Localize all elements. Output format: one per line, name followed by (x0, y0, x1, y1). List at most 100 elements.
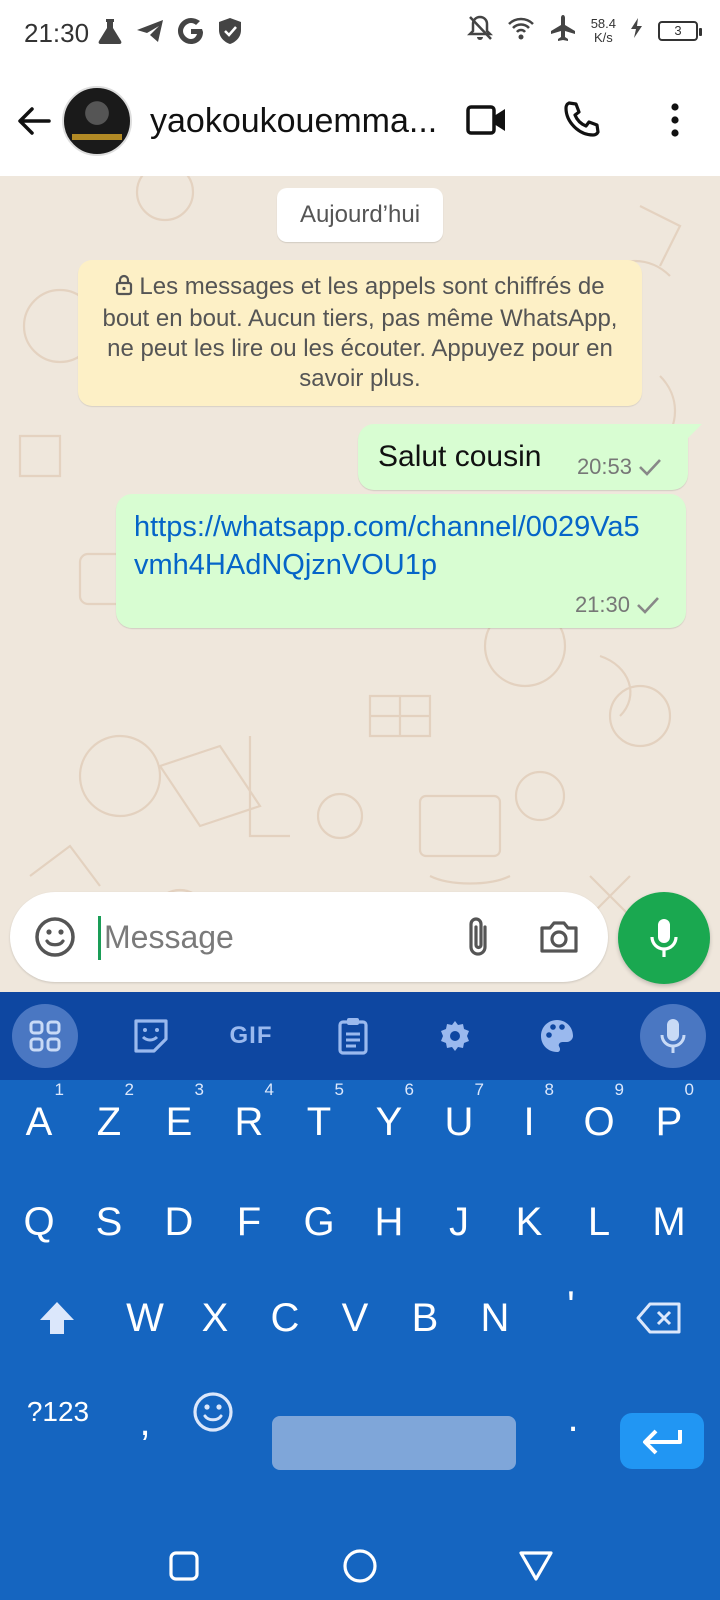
key-z[interactable]: Z2 (76, 1080, 142, 1164)
key-e[interactable]: E3 (146, 1080, 212, 1164)
charging-icon (630, 17, 644, 44)
clipboard-icon (338, 1018, 368, 1055)
contact-name[interactable]: yaokoukouemma... (150, 102, 460, 141)
encryption-notice[interactable]: Les messages et les appels sont chiffrés… (78, 260, 642, 406)
single-check-icon (639, 459, 661, 476)
voice-message-button[interactable] (618, 892, 710, 984)
date-chip: Aujourd’hui (277, 188, 443, 242)
text-cursor (98, 916, 101, 960)
message-time: 21:30 (574, 592, 630, 617)
backspace-key[interactable] (626, 1276, 692, 1360)
key-b[interactable]: B (392, 1276, 458, 1360)
navigation-bar (0, 1530, 720, 1600)
sticker-icon (134, 1019, 168, 1053)
emoji-key[interactable] (180, 1370, 246, 1454)
message-time: 20:53 (576, 454, 632, 479)
keyboard-toolbar: GIF (0, 992, 720, 1080)
clipboard-button[interactable] (320, 1004, 386, 1068)
arrow-left-icon (18, 107, 51, 135)
theme-button[interactable] (524, 1004, 590, 1068)
keyboard: A1 Z2 E3 R4 T5 Y6 U7 I8 O9 P0 Q S D F G … (0, 1080, 720, 1530)
apps-grid-button[interactable] (12, 1004, 78, 1068)
shift-key[interactable] (24, 1276, 90, 1360)
key-l[interactable]: L (566, 1180, 632, 1264)
backspace-icon (636, 1302, 681, 1334)
voice-typing-button[interactable] (640, 1004, 706, 1068)
key-j[interactable]: J (426, 1180, 492, 1264)
comma-key[interactable]: , (112, 1380, 178, 1464)
camera-icon (540, 921, 578, 953)
emoji-button[interactable] (30, 912, 80, 962)
space-key[interactable] (272, 1416, 516, 1470)
message-bubble[interactable]: Salut cousin 20:53 (358, 424, 702, 490)
key-o[interactable]: O9 (566, 1080, 632, 1164)
key-s[interactable]: S (76, 1180, 142, 1264)
key-hint: 4 (264, 1080, 274, 1099)
key-g[interactable]: G (286, 1180, 352, 1264)
speed-unit: K/s (593, 29, 613, 45)
square-icon (169, 1551, 199, 1581)
message-input[interactable] (104, 912, 434, 962)
home-button[interactable] (330, 1536, 390, 1596)
shield-icon (217, 17, 243, 50)
key-u[interactable]: U7 (426, 1080, 492, 1164)
smiley-icon (35, 917, 75, 957)
attach-button[interactable] (450, 908, 506, 966)
key-f[interactable]: F (216, 1180, 282, 1264)
apps-grid-icon (29, 1020, 61, 1052)
key-n[interactable]: N (462, 1276, 528, 1360)
phone-icon (564, 101, 600, 137)
contact-avatar[interactable] (62, 86, 132, 156)
key-label: O (583, 1099, 615, 1144)
video-call-button[interactable] (462, 90, 512, 150)
key-label: P (655, 1099, 683, 1144)
voice-call-button[interactable] (556, 90, 606, 150)
sticker-button[interactable] (118, 1004, 184, 1068)
network-speed: 58.4 K/s (591, 16, 616, 45)
key-m[interactable]: M (636, 1180, 702, 1264)
key-hint: 8 (544, 1080, 554, 1099)
key-x[interactable]: X (182, 1276, 248, 1360)
message-link[interactable]: https://whatsapp.com/channel/0029Va5vmh4… (134, 508, 654, 584)
chat-area[interactable]: Aujourd’hui Les messages et les appels s… (0, 176, 720, 992)
key-label: Y (375, 1099, 403, 1144)
key-c[interactable]: C (252, 1276, 318, 1360)
back-nav-button[interactable] (506, 1536, 566, 1596)
key-label: T (306, 1099, 332, 1144)
key-hint: 5 (334, 1080, 344, 1099)
key-label: Z (96, 1099, 122, 1144)
key-w[interactable]: W (112, 1276, 178, 1360)
flask-icon (97, 17, 123, 50)
key-apostrophe[interactable]: ' (538, 1264, 604, 1348)
back-button[interactable] (6, 91, 62, 151)
period-key[interactable]: . (540, 1376, 606, 1460)
camera-button[interactable] (526, 908, 592, 966)
key-d[interactable]: D (146, 1180, 212, 1264)
key-h[interactable]: H (356, 1180, 422, 1264)
enter-key[interactable] (620, 1413, 704, 1469)
wifi-icon (507, 15, 535, 46)
key-p[interactable]: P0 (636, 1080, 702, 1164)
key-i[interactable]: I8 (496, 1080, 562, 1164)
message-bubble[interactable]: https://whatsapp.com/channel/0029Va5vmh4… (116, 494, 686, 628)
shift-arrow-icon (40, 1302, 74, 1334)
telegram-icon (135, 18, 165, 49)
symbols-key[interactable]: ?123 (20, 1370, 96, 1454)
battery-indicator: 3 (658, 20, 702, 41)
key-label: I (523, 1099, 535, 1144)
gif-button[interactable]: GIF (218, 1004, 284, 1068)
bell-off-icon (466, 14, 493, 47)
key-a[interactable]: A1 (6, 1080, 72, 1164)
key-k[interactable]: K (496, 1180, 562, 1264)
key-r[interactable]: R4 (216, 1080, 282, 1164)
key-label: U (444, 1099, 474, 1144)
more-options-button[interactable] (650, 90, 700, 150)
keyboard-settings-button[interactable] (422, 1004, 488, 1068)
key-y[interactable]: Y6 (356, 1080, 422, 1164)
smiley-icon (193, 1392, 233, 1432)
key-q[interactable]: Q (6, 1180, 72, 1264)
key-v[interactable]: V (322, 1276, 388, 1360)
key-hint: 0 (684, 1080, 694, 1099)
recents-button[interactable] (154, 1536, 214, 1596)
key-t[interactable]: T5 (286, 1080, 352, 1164)
